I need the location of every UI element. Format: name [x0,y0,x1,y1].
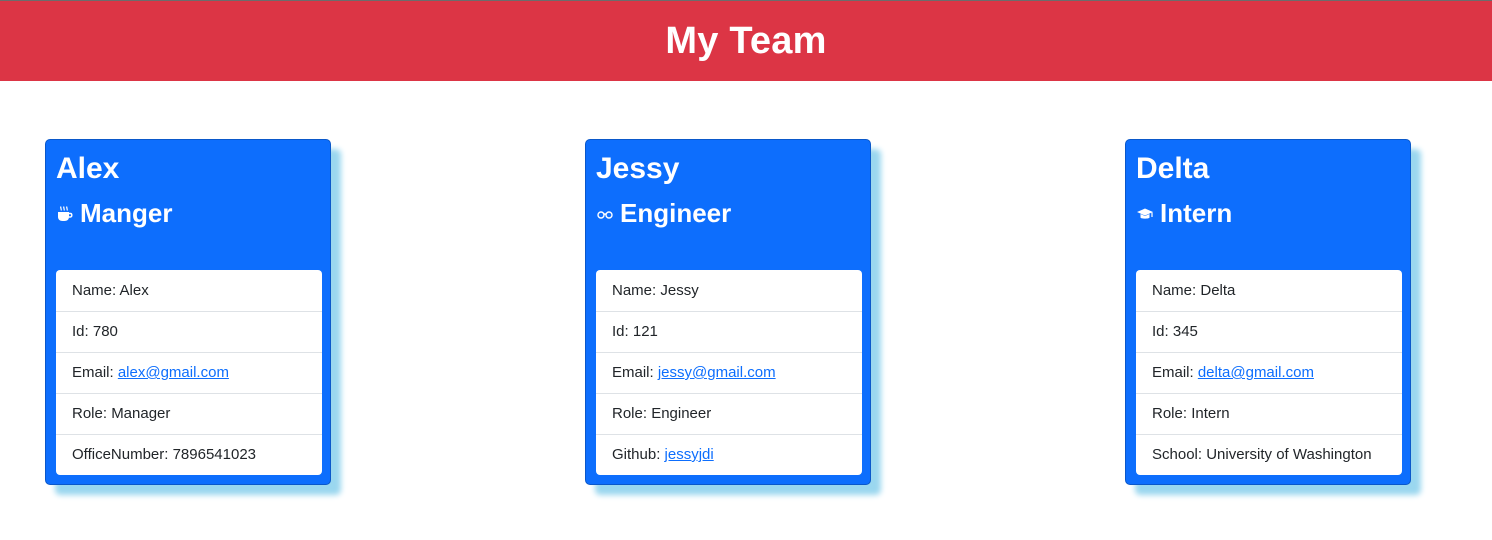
employee-role-heading: Manger [56,198,172,229]
info-label: Role: [1152,405,1192,422]
info-row-role: Role: Intern [1136,393,1402,434]
page-header: My Team [0,1,1492,81]
graduation-cap-icon [1136,205,1154,223]
info-row-name: Name: Delta [1136,270,1402,311]
info-value: 780 [92,323,118,340]
info-row-email: Email: delta@gmail.com [1136,352,1402,393]
info-value: 345 [1172,323,1198,340]
info-value: Jessy [660,282,699,299]
info-label: Email: [1152,364,1198,381]
employee-card-engineer: Jessy Engineer Name: Jessy Id: 121 Email… [585,139,871,485]
employee-role-heading: Intern [1136,198,1232,229]
info-label: Id: [72,323,93,340]
employee-info-list: Name: Jessy Id: 121 Email: jessy@gmail.c… [596,270,862,475]
info-row-name: Name: Jessy [596,270,862,311]
github-link[interactable]: jessyjdi [665,446,714,463]
info-row-id: Id: 780 [56,311,322,352]
employee-role-heading: Engineer [596,198,731,229]
info-label: Role: [612,405,652,422]
info-label: Id: [1152,323,1173,340]
info-value: Intern [1191,405,1230,422]
info-value: Manager [111,405,171,422]
employee-card-intern: Delta Intern Name: Delta Id: 345 Email: … [1125,139,1411,485]
employee-name: Delta [1136,152,1210,185]
info-row-role: Role: Manager [56,393,322,434]
info-row-school: School: University of Washington [1136,434,1402,475]
employee-card-manager: Alex Manger Name: Alex Id: 780 Email: al… [45,139,331,485]
info-value: Alex [119,282,149,299]
email-link[interactable]: delta@gmail.com [1198,364,1314,381]
info-label: Role: [72,405,112,422]
info-value: Engineer [651,405,712,422]
employee-role-title: Engineer [620,198,732,228]
info-value: University of Washington [1206,446,1372,463]
employee-info-list: Name: Alex Id: 780 Email: alex@gmail.com… [56,270,322,475]
coffee-cup-icon [56,205,74,223]
employee-name: Jessy [596,152,680,185]
info-row-office-number: OfficeNumber: 7896541023 [56,434,322,475]
info-row-email: Email: alex@gmail.com [56,352,322,393]
employee-name: Alex [56,152,120,185]
info-label: Github: [612,446,665,463]
info-label: Name: [72,282,120,299]
email-link[interactable]: jessy@gmail.com [658,364,776,381]
info-row-id: Id: 345 [1136,311,1402,352]
email-link[interactable]: alex@gmail.com [118,364,229,381]
employee-role-title: Manger [80,198,173,228]
info-label: Id: [612,323,633,340]
info-row-email: Email: jessy@gmail.com [596,352,862,393]
employee-role-title: Intern [1160,198,1233,228]
info-value: 7896541023 [172,446,257,463]
info-label: Name: [612,282,661,299]
info-label: Name: [1152,282,1201,299]
info-value: Delta [1200,282,1236,299]
info-row-role: Role: Engineer [596,393,862,434]
info-label: Email: [612,364,658,381]
page-title: My Team [665,19,827,62]
info-row-github: Github: jessyjdi [596,434,862,475]
glasses-icon [596,205,614,223]
info-label: Email: [72,364,118,381]
info-row-id: Id: 121 [596,311,862,352]
info-label: OfficeNumber: [72,446,173,463]
info-label: School: [1152,446,1207,463]
info-row-name: Name: Alex [56,270,322,311]
employee-info-list: Name: Delta Id: 345 Email: delta@gmail.c… [1136,270,1402,475]
info-value: 121 [632,323,658,340]
